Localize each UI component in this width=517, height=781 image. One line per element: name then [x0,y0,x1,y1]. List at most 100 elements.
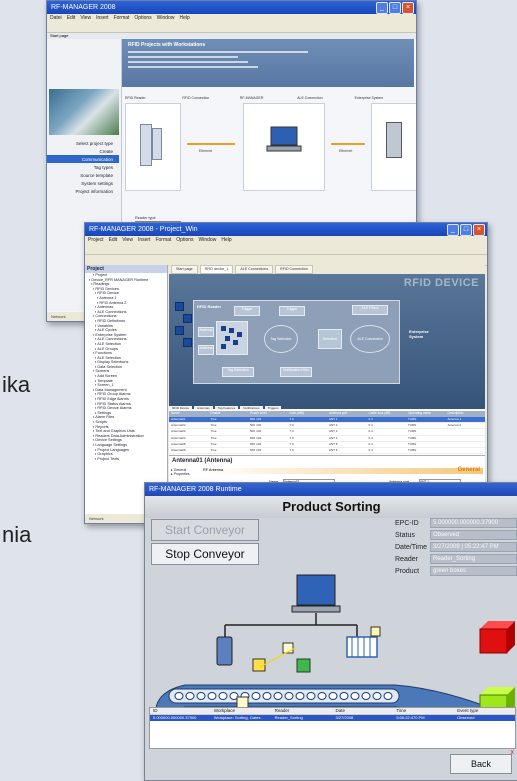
conveyor-roller [251,692,261,700]
menu-item[interactable]: Options [176,236,193,244]
table-cell: 0.4 [368,435,373,440]
editor-tab[interactable]: ALE Connections [235,265,274,274]
property-category[interactable]: ▸ Properties [171,472,199,476]
info-value: 5.000000.000000.37900 [430,518,517,528]
info-value: Reader_Sorting [430,554,517,564]
info-row: Date/Time 3/27/2008 | 05:22:47 PM [395,541,517,553]
enterprise-panel[interactable] [371,103,416,191]
table-cell: True [210,435,217,440]
menu-item[interactable]: Options [134,14,151,22]
wizard-nav-item[interactable]: Communication [47,155,119,163]
menu-item[interactable]: Help [179,14,189,22]
event-column-header[interactable]: Reader [272,708,333,714]
product-box [370,626,381,637]
event-column-header[interactable]: Date [332,708,393,714]
wizard-nav-item[interactable]: Select project type [47,139,119,147]
menu-item[interactable]: Edit [109,236,118,244]
table-row[interactable]: Antenna06 True 500 mW 7.0 ANT 6 0.4 TURN [169,447,485,455]
block-antenna-1[interactable]: Antenna [198,327,214,337]
event-cell: 5.000000.000000.37900 [153,715,197,720]
event-column-header[interactable]: Workplace [211,708,272,714]
conveyor-roller [328,692,338,700]
block-antenna-2[interactable]: Antenna [198,345,214,355]
info-row: Status Observed [395,529,517,541]
reader-panel[interactable] [125,103,181,191]
back-button[interactable]: Back [450,754,512,774]
table-cell: ANT 3 [329,429,338,434]
menu-item[interactable]: Datei [50,14,62,22]
editor-tab[interactable]: RFID device_1 [199,265,234,274]
conveyor-roller [185,692,195,700]
antenna-square-icon[interactable] [175,326,184,335]
rf-manager-panel[interactable] [243,103,325,191]
properties-title: Antenna01 (Antenna) [172,458,233,464]
menu-item[interactable]: Insert [96,14,109,22]
table-cell: ANT 1 [329,417,338,421]
block-selection[interactable]: Selection [318,329,342,349]
maximize-button[interactable]: □ [460,224,472,236]
block-tag-detection[interactable]: Tag Detection [222,367,254,377]
column-header: RFID Connection [182,96,210,100]
table-cell: 500 mW [250,435,262,440]
menu-item[interactable]: Format [114,14,130,22]
property-tab[interactable]: Tag Features [214,406,239,410]
table-cell: 7.0 [289,423,294,428]
menu-item[interactable]: Window [199,236,217,244]
start-conveyor-button[interactable]: Start Conveyor [151,519,259,541]
conveyor-roller [262,692,272,700]
property-tab[interactable]: Triggers [264,406,282,410]
property-tab[interactable]: RFID Device [169,406,193,410]
close-button[interactable]: × [402,2,414,14]
w2-menubar: Project Edit View Insert Format Options Window… [85,236,487,244]
table-cell [446,442,486,447]
server-icon [386,122,402,158]
menu-item[interactable]: Help [221,236,231,244]
menu-item[interactable]: Edit [67,14,76,22]
column-header: RF-MANAGER [239,96,264,100]
menu-item[interactable]: Window [157,14,175,22]
editor-tab[interactable]: Start page [171,265,198,274]
menu-item[interactable]: Project [88,236,104,244]
menu-item[interactable]: Format [155,236,171,244]
event-column-header[interactable]: Event type [454,708,515,714]
wizard-nav-item[interactable]: System settings [47,179,119,187]
stop-conveyor-button[interactable]: Stop Conveyor [151,543,259,565]
table-cell: 0.4 [368,441,373,446]
wizard-nav-item[interactable]: Source template [47,171,119,179]
menu-item[interactable]: View [122,236,133,244]
wizard-nav-item[interactable]: Project information [47,187,119,195]
minimize-button[interactable]: _ [447,224,459,236]
table-cell: Antenna01 [171,417,186,421]
property-tab[interactable]: Notifications [240,406,263,410]
minimize-button[interactable]: _ [376,2,388,14]
antenna-square-icon[interactable] [183,314,192,323]
event-column-header[interactable]: ID [150,708,211,714]
block-ale-filters[interactable]: ALE Filters [352,305,388,315]
table-cell: Antenna06 [171,447,186,452]
menu-item[interactable]: View [80,14,91,22]
block-tag-selection[interactable]: Tag Selection [264,325,298,353]
wizard-nav-item[interactable]: Create [47,147,119,155]
block-trigger-1[interactable]: Trigger [234,306,260,316]
properties-general-header: RF Antenna General [203,467,483,474]
block-trigger-2[interactable]: Trigger [279,306,305,316]
close-button[interactable]: × [473,224,485,236]
antenna-square-icon[interactable] [175,302,184,311]
maximize-button[interactable]: □ [389,2,401,14]
block-notification-filter[interactable]: Notification Filter [280,367,312,377]
table-cell: True [210,441,217,446]
wizard-nav-item[interactable]: Tag types [47,163,119,171]
table-cell: True [210,423,217,428]
property-tab[interactable]: Antennas [194,406,213,410]
menu-item[interactable]: Insert [138,236,151,244]
antenna-square-icon[interactable] [183,338,192,347]
editor-tab[interactable]: RFID Connection [275,265,313,274]
event-column-header[interactable]: Time [393,708,454,714]
event-log-row[interactable]: 5.000000.000000.37900 Workplace: Sorting,… [150,715,515,721]
block-ale-connection[interactable]: ALE Connection [350,325,390,353]
w1-config-diagram: Ethernet Ethernet [125,103,416,193]
tree-item[interactable]: ▪ Project Texts [85,457,167,462]
project-tree-header: Project [85,265,167,273]
properties-general-label: General [457,467,480,473]
rfid-device-canvas: RFID DEVICE RFID Reader Trigger Trigger … [169,274,485,409]
